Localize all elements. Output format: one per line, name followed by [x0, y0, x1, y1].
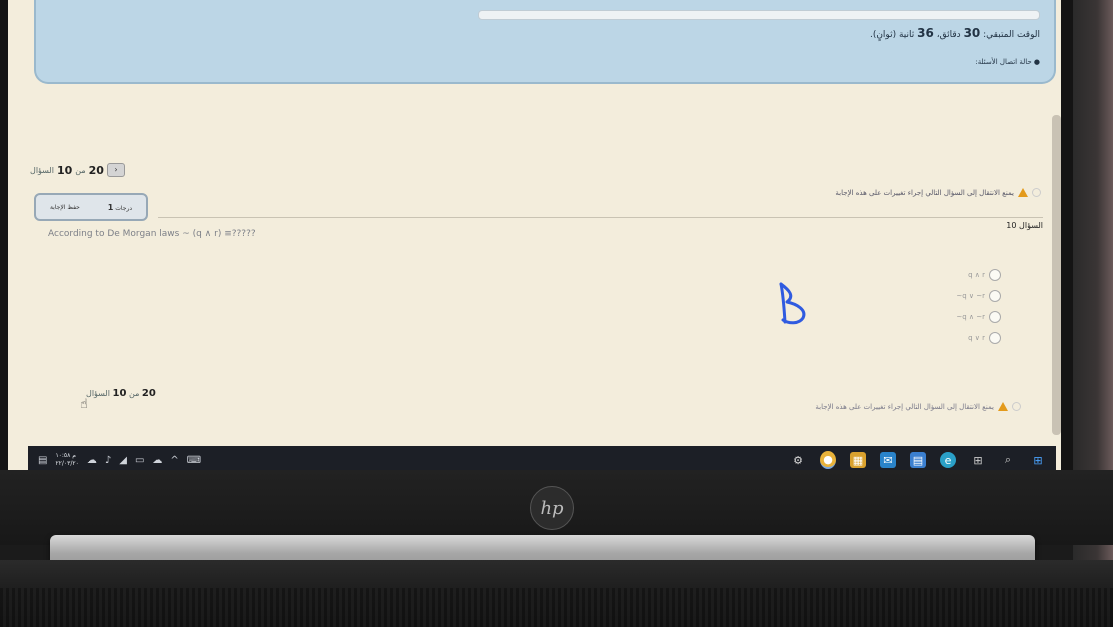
question-info-box: حفظ الإجابة درجات 1: [34, 193, 148, 221]
points-label: درجات 1: [107, 202, 133, 212]
question-number: 10: [112, 388, 127, 399]
prev-question-button[interactable]: ‹: [106, 163, 125, 177]
question-number: 10: [56, 163, 73, 177]
onedrive-icon[interactable]: ☁: [87, 455, 97, 466]
option-label: ~q ∨ ~r: [956, 291, 985, 300]
radio-button[interactable]: [989, 289, 1001, 302]
store-icon[interactable]: ▦: [850, 452, 866, 468]
laptop-screen: الوقت المتبقي: 30 دقائق، 36 ثانية (ثوانٍ…: [8, 0, 1061, 470]
start-icon[interactable]: ⊞: [1030, 452, 1046, 468]
seconds-unit: ثانية (ثوانٍ).: [869, 30, 915, 40]
radio-button[interactable]: [989, 268, 1001, 281]
settings-icon[interactable]: ⚙: [790, 452, 806, 468]
answer-option[interactable]: q ∨ r: [881, 327, 1001, 348]
radio-button[interactable]: [989, 310, 1001, 323]
warning-text: يمنع الانتقال إلى السؤال التالي إجراء تغ…: [835, 188, 1014, 197]
question-state-link[interactable]: ● حالة اتصال الأسئلة:: [975, 58, 1040, 66]
system-tray: ▤ م ١٠:٥٨ ٢٢/٠٣/٢٠ ☁ ♪ ◢ ▭ ☁ ^ ⌨: [38, 452, 201, 468]
search-icon[interactable]: ⌕: [1000, 452, 1016, 468]
time-remaining: الوقت المتبقي: 30 دقائق، 36 ثانية (ثوانٍ…: [870, 26, 1040, 40]
laptop-keyboard-deck: [0, 560, 1113, 627]
calendar-icon[interactable]: ▤: [910, 452, 926, 468]
clock-time: م ١٠:٥٨: [55, 452, 76, 459]
handwritten-b-annotation: [779, 282, 806, 325]
mail-icon[interactable]: ✉: [880, 452, 896, 468]
task-view-icon[interactable]: ⊞: [970, 452, 986, 468]
question-counter-top: ‹ 20 من 10 السؤال: [30, 163, 125, 177]
counter-of: من: [128, 389, 140, 398]
counter-prefix: السؤال: [86, 389, 110, 398]
question-text: According to De Morgan laws ~ (q ∧ r) ≡?…: [48, 229, 256, 239]
chrome-icon[interactable]: ●: [820, 451, 836, 469]
minutes-value: 30: [963, 26, 981, 40]
keyboard-icon[interactable]: ⌨: [187, 455, 201, 466]
warning-icon: [1018, 188, 1028, 197]
answer-option[interactable]: ~q ∧ ~r: [881, 306, 1001, 327]
battery-icon[interactable]: ▭: [135, 455, 144, 466]
status-dot: [1012, 402, 1021, 411]
counter-of: من: [75, 165, 86, 175]
navigation-warning-top: يمنع الانتقال إلى السؤال التالي إجراء تغ…: [835, 188, 1041, 197]
question-counter-bottom: 20 من 10 السؤال: [86, 388, 156, 399]
radio-button[interactable]: [989, 331, 1001, 344]
flag-question-link[interactable]: حفظ الإجابة: [50, 204, 80, 211]
answer-option[interactable]: q ∧ r: [881, 264, 1001, 285]
option-label: ~q ∧ ~r: [956, 312, 985, 321]
option-label: q ∨ r: [968, 333, 985, 342]
counter-prefix: السؤال: [30, 165, 54, 175]
clock[interactable]: م ١٠:٥٨ ٢٢/٠٣/٢٠: [55, 452, 78, 468]
page-scrollbar[interactable]: [1052, 115, 1061, 435]
warning-icon: [998, 402, 1008, 411]
divider: [158, 217, 1043, 218]
cloud-icon[interactable]: ☁: [152, 455, 162, 466]
warning-text: يمنع الانتقال إلى السؤال التالي إجراء تغ…: [815, 402, 994, 411]
total-questions: 20: [88, 163, 104, 177]
minutes-unit: دقائق،: [936, 30, 961, 40]
navigation-warning-bottom: يمنع الانتقال إلى السؤال التالي إجراء تغ…: [815, 402, 1021, 411]
total-questions: 20: [141, 388, 156, 399]
time-progress-bar: [478, 10, 1040, 20]
taskbar-apps: ⚙ ● ▦ ✉ ▤ e ⊞ ⌕ ⊞: [790, 451, 1046, 469]
hand-cursor-icon: ☝: [80, 397, 88, 412]
notification-icon[interactable]: ▤: [38, 455, 47, 466]
seconds-value: 36: [917, 26, 934, 40]
network-icon[interactable]: ◢: [119, 455, 127, 466]
option-label: q ∧ r: [968, 270, 985, 279]
time-prefix: الوقت المتبقي:: [983, 30, 1040, 40]
edge-icon[interactable]: e: [940, 452, 956, 468]
clock-date: ٢٢/٠٣/٢٠: [55, 460, 79, 467]
quiz-status-banner: الوقت المتبقي: 30 دقائق، 36 ثانية (ثوانٍ…: [34, 0, 1056, 84]
chevron-up-icon[interactable]: ^: [170, 455, 178, 466]
answer-option[interactable]: ~q ∨ ~r: [881, 285, 1001, 306]
status-dot: [1032, 188, 1041, 197]
answer-options: q ∧ r ~q ∨ ~r ~q ∧ ~r q ∨ r: [881, 264, 1001, 348]
hp-logo: hp: [530, 486, 574, 530]
question-title: السؤال 10: [1006, 221, 1043, 230]
volume-icon[interactable]: ♪: [105, 455, 111, 466]
